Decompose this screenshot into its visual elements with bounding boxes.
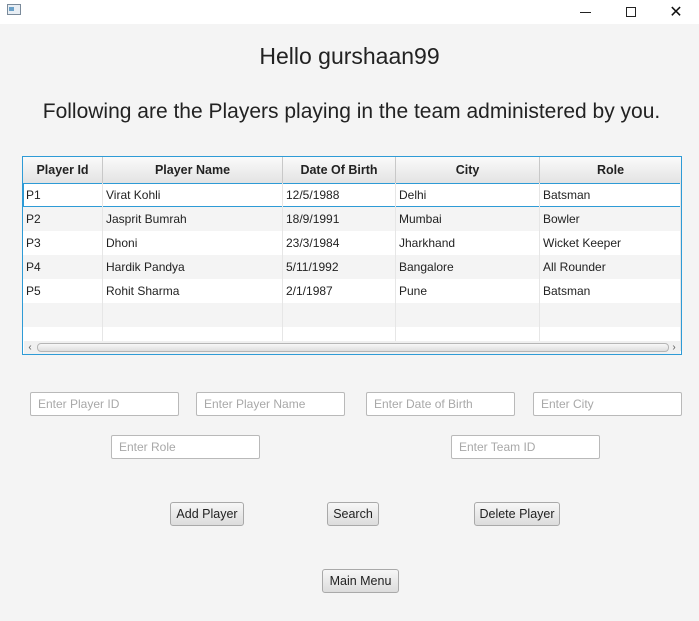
scrollbar-thumb[interactable] [37,343,669,352]
role-input[interactable] [111,435,260,459]
cell-city: Mumbai [396,207,540,231]
maximize-icon [626,7,636,17]
column-header-role[interactable]: Role [540,157,681,183]
main-menu-button[interactable]: Main Menu [322,569,399,593]
team-id-input[interactable] [451,435,600,459]
minimize-button[interactable] [562,0,608,24]
player-id-input[interactable] [30,392,179,416]
cell-player-id: P1 [23,183,103,207]
cell-player-name: Jasprit Bumrah [103,207,283,231]
horizontal-scrollbar[interactable]: ‹ › [24,341,680,354]
players-table[interactable]: Player Id Player Name Date Of Birth City… [22,156,682,355]
cell-role: All Rounder [540,255,681,279]
cell-date-of-birth: 2/1/1987 [283,279,396,303]
close-icon: ✕ [669,2,683,21]
maximize-button[interactable] [608,0,654,24]
window-titlebar: ✕ [0,0,699,24]
table-row-empty[interactable] [23,303,681,327]
column-header-player-name[interactable]: Player Name [103,157,283,183]
table-header: Player Id Player Name Date Of Birth City… [23,157,681,184]
greeting-heading: Hello gurshaan99 [259,43,440,69]
cell-date-of-birth: 5/11/1992 [283,255,396,279]
cell-player-name: Virat Kohli [103,183,283,207]
cell-date-of-birth: 23/3/1984 [283,231,396,255]
date-of-birth-input[interactable] [366,392,515,416]
app-icon [7,4,21,15]
table-row[interactable]: P3 Dhoni 23/3/1984 Jharkhand Wicket Keep… [23,231,681,255]
cell-date-of-birth: 12/5/1988 [283,183,396,207]
cell-player-name: Rohit Sharma [103,279,283,303]
city-input[interactable] [533,392,682,416]
cell-role: Batsman [540,183,681,207]
cell-city: Bangalore [396,255,540,279]
search-button[interactable]: Search [327,502,379,526]
player-name-input[interactable] [196,392,345,416]
table-row[interactable]: P4 Hardik Pandya 5/11/1992 Bangalore All… [23,255,681,279]
cell-player-id: P5 [23,279,103,303]
cell-role: Wicket Keeper [540,231,681,255]
cell-player-id: P3 [23,231,103,255]
delete-player-button[interactable]: Delete Player [474,502,560,526]
cell-date-of-birth: 18/9/1991 [283,207,396,231]
column-header-player-id[interactable]: Player Id [23,157,103,183]
cell-player-id: P2 [23,207,103,231]
cell-player-id: P4 [23,255,103,279]
table-row[interactable]: P5 Rohit Sharma 2/1/1987 Pune Batsman [23,279,681,303]
table-row[interactable]: P1 Virat Kohli 12/5/1988 Delhi Batsman [23,183,681,207]
cell-player-name: Hardik Pandya [103,255,283,279]
cell-role: Bowler [540,207,681,231]
scroll-right-icon[interactable]: › [668,341,680,354]
table-row[interactable]: P2 Jasprit Bumrah 18/9/1991 Mumbai Bowle… [23,207,681,231]
scroll-left-icon[interactable]: ‹ [24,341,36,354]
cell-role: Batsman [540,279,681,303]
column-header-city[interactable]: City [396,157,540,183]
cell-player-name: Dhoni [103,231,283,255]
cell-city: Pune [396,279,540,303]
add-player-button[interactable]: Add Player [170,502,244,526]
column-header-date-of-birth[interactable]: Date Of Birth [283,157,396,183]
page-subtitle: Following are the Players playing in the… [42,100,661,123]
close-button[interactable]: ✕ [653,0,699,24]
minimize-icon [579,11,591,13]
cell-city: Delhi [396,183,540,207]
cell-city: Jharkhand [396,231,540,255]
